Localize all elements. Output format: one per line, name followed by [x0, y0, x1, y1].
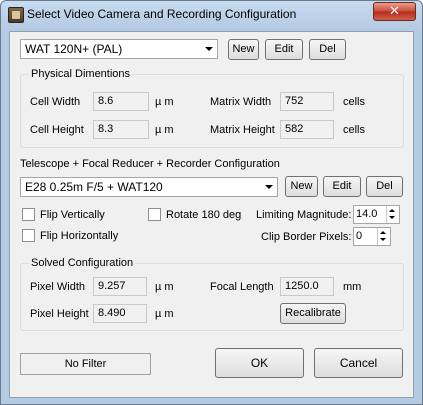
- physical-dimensions-title: Physical Dimentions: [29, 68, 133, 80]
- arrow-down-icon[interactable]: [380, 238, 386, 241]
- clip-border-stepper[interactable]: 0: [353, 227, 391, 246]
- camera-select-value: WAT 120N+ (PAL): [25, 42, 123, 56]
- pixel-width-label: Pixel Width: [30, 281, 86, 293]
- pixel-width-unit: µ m: [155, 281, 174, 293]
- flip-vertically-label[interactable]: Flip Vertically: [40, 209, 105, 221]
- focal-length-field[interactable]: 1250.0: [280, 277, 334, 296]
- solved-configuration-title: Solved Configuration: [29, 257, 136, 269]
- limiting-magnitude-label: Limiting Magnitude:: [256, 209, 352, 221]
- config-edit-button[interactable]: Edit: [323, 176, 361, 197]
- cancel-button[interactable]: Cancel: [314, 348, 403, 378]
- close-icon: ✕: [389, 3, 400, 18]
- app-icon: [8, 7, 24, 23]
- focal-length-label: Focal Length: [210, 281, 274, 293]
- dialog-window: Select Video Camera and Recording Config…: [0, 0, 423, 405]
- cell-width-field[interactable]: 8.6: [93, 92, 149, 111]
- camera-select[interactable]: WAT 120N+ (PAL): [20, 39, 218, 59]
- rotate-180-label[interactable]: Rotate 180 deg: [166, 209, 241, 221]
- arrow-down-icon[interactable]: [389, 216, 395, 219]
- cell-height-unit: µ m: [155, 124, 174, 136]
- solved-configuration-group: Solved Configuration Pixel Width 9.257 µ…: [20, 257, 404, 331]
- recalibrate-button[interactable]: Recalibrate: [280, 303, 346, 324]
- clip-border-label: Clip Border Pixels:: [261, 231, 352, 243]
- config-select[interactable]: E28 0.25m F/5 + WAT120: [20, 177, 278, 197]
- camera-new-button[interactable]: New: [228, 39, 259, 60]
- stepper-buttons[interactable]: [386, 206, 399, 223]
- camera-edit-button[interactable]: Edit: [265, 39, 303, 60]
- dialog-body: WAT 120N+ (PAL) New Edit Del Physical Di…: [9, 31, 414, 398]
- cell-width-unit: µ m: [155, 96, 174, 108]
- focal-length-unit: mm: [343, 281, 362, 293]
- flip-vertically-checkbox[interactable]: [22, 208, 35, 221]
- matrix-height-label: Matrix Height: [210, 124, 275, 136]
- matrix-height-unit: cells: [343, 124, 366, 136]
- arrow-up-icon[interactable]: [380, 231, 386, 234]
- flip-horizontally-checkbox[interactable]: [22, 229, 35, 242]
- matrix-width-field[interactable]: 752: [280, 92, 334, 111]
- matrix-height-field[interactable]: 582: [280, 120, 334, 139]
- config-new-button[interactable]: New: [285, 176, 318, 197]
- config-title: Telescope + Focal Reducer + Recorder Con…: [20, 158, 280, 170]
- title-bar[interactable]: Select Video Camera and Recording Config…: [1, 1, 422, 29]
- cell-width-label: Cell Width: [30, 96, 81, 108]
- config-del-button[interactable]: Del: [366, 176, 403, 197]
- window-title: Select Video Camera and Recording Config…: [27, 7, 297, 21]
- pixel-height-label: Pixel Height: [30, 308, 89, 320]
- filter-button[interactable]: No Filter: [20, 353, 151, 375]
- clip-border-value: 0: [356, 230, 363, 242]
- camera-del-button[interactable]: Del: [309, 39, 346, 60]
- close-button[interactable]: ✕: [373, 2, 416, 21]
- stepper-buttons[interactable]: [377, 228, 390, 245]
- limiting-magnitude-stepper[interactable]: 14.0: [353, 205, 400, 224]
- cell-height-field[interactable]: 8.3: [93, 120, 149, 139]
- matrix-width-label: Matrix Width: [210, 96, 272, 108]
- chevron-down-icon[interactable]: [205, 47, 213, 51]
- pixel-height-unit: µ m: [155, 308, 174, 320]
- flip-horizontally-label[interactable]: Flip Horizontally: [40, 230, 118, 242]
- chevron-down-icon[interactable]: [265, 185, 273, 189]
- physical-dimensions-group: Physical Dimentions Cell Width 8.6 µ m M…: [20, 68, 404, 148]
- matrix-width-unit: cells: [343, 96, 366, 108]
- config-select-value: E28 0.25m F/5 + WAT120: [25, 180, 163, 194]
- ok-button[interactable]: OK: [215, 348, 304, 378]
- pixel-width-field[interactable]: 9.257: [93, 277, 147, 296]
- cell-height-label: Cell Height: [30, 124, 84, 136]
- rotate-180-checkbox[interactable]: [148, 208, 161, 221]
- arrow-up-icon[interactable]: [389, 209, 395, 212]
- pixel-height-field[interactable]: 8.490: [93, 304, 147, 323]
- limiting-magnitude-value: 14.0: [356, 208, 378, 220]
